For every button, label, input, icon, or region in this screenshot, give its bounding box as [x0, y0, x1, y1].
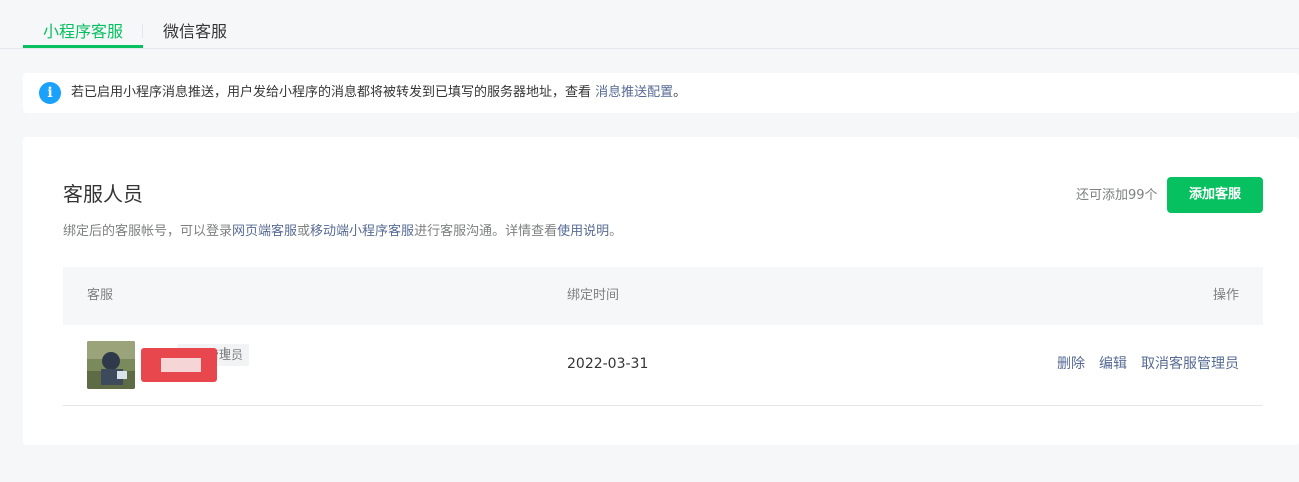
avatar	[87, 341, 135, 389]
desc-part-1: 绑定后的客服帐号，可以登录	[63, 224, 233, 239]
info-icon: i	[39, 82, 61, 104]
table-row: 客服管理员 **** l 2022-03-31 删除编辑取消客服管理员	[63, 325, 1263, 406]
notice-message: 若已启用小程序消息推送，用户发给小程序的消息都将被转发到已填写的服务器地址，查看	[71, 85, 596, 100]
header-bind-time: 绑定时间	[567, 288, 620, 303]
mobile-service-link[interactable]: 移动端小程序客服	[310, 224, 414, 239]
card-description: 绑定后的客服帐号，可以登录网页端客服或移动端小程序客服进行客服沟通。详情查看使用…	[63, 223, 622, 241]
redaction-highlight	[161, 358, 201, 372]
card-title: 客服人员	[63, 182, 143, 206]
notice-text: 若已启用小程序消息推送，用户发给小程序的消息都将被转发到已填写的服务器地址，查看…	[71, 85, 686, 101]
tab-mini-program-service[interactable]: 小程序客服	[43, 22, 123, 42]
delete-button[interactable]: 删除	[1057, 356, 1085, 372]
redaction-mark	[141, 348, 217, 382]
notice-suffix: 。	[673, 85, 687, 100]
message-push-config-link[interactable]: 消息推送配置	[595, 85, 673, 100]
active-tab-indicator	[23, 45, 143, 48]
notice-banner: i 若已启用小程序消息推送，用户发给小程序的消息都将被转发到已填写的服务器地址，…	[23, 73, 1299, 113]
desc-part-4: 。	[609, 224, 623, 239]
header-service: 客服	[87, 288, 114, 303]
remaining-count: 还可添加99个	[1076, 188, 1158, 203]
desc-part-2: 或	[297, 224, 311, 239]
tab-wechat-service[interactable]: 微信客服	[163, 22, 227, 42]
avatar-image	[87, 341, 135, 389]
tab-divider	[142, 24, 143, 38]
tab-bar: 小程序客服 微信客服	[0, 0, 1299, 49]
table-header: 客服 绑定时间 操作	[63, 267, 1263, 325]
usage-guide-link[interactable]: 使用说明	[557, 224, 609, 239]
revoke-admin-button[interactable]: 取消客服管理员	[1141, 356, 1239, 372]
header-actions: 操作	[1212, 288, 1239, 303]
customer-service-card: 客服人员 绑定后的客服帐号，可以登录网页端客服或移动端小程序客服进行客服沟通。详…	[23, 137, 1299, 445]
service-name: l	[223, 346, 227, 361]
desc-part-3: 进行客服沟通。详情查看	[414, 224, 558, 239]
bind-date: 2022-03-31	[567, 356, 649, 372]
edit-button[interactable]: 编辑	[1099, 356, 1127, 372]
web-service-link[interactable]: 网页端客服	[232, 224, 297, 239]
add-service-button[interactable]: 添加客服	[1167, 177, 1263, 213]
row-actions: 删除 编辑 取消客服管理员	[1043, 355, 1239, 373]
